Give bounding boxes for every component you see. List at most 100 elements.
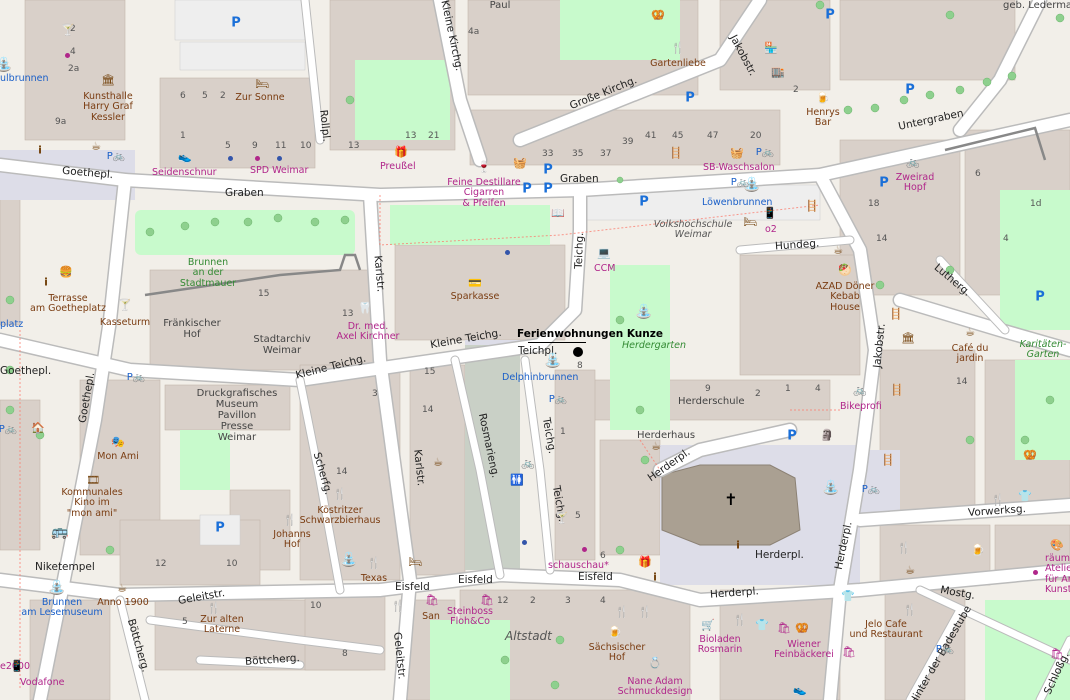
fastfood-icon[interactable]: 🥙 bbox=[838, 265, 852, 276]
cinema-icon[interactable]: 🎞 bbox=[86, 475, 100, 486]
parking-icon[interactable]: P bbox=[543, 164, 553, 177]
label-schauschau[interactable]: schauschau* bbox=[548, 560, 609, 571]
label-cafe-du-jardin[interactable]: Café du jardin bbox=[952, 343, 989, 365]
bicycle-shop-icon[interactable]: 🚲 bbox=[521, 458, 535, 469]
bicycle-parking-icon[interactable]: P🚲 bbox=[549, 395, 567, 405]
clothes-shop-icon[interactable]: 👕 bbox=[1018, 491, 1032, 502]
info-icon[interactable]: i bbox=[653, 572, 657, 583]
restaurant-icon[interactable]: 🍴 bbox=[367, 558, 381, 569]
label-sb-waschsalon[interactable]: SB-Waschsalon bbox=[703, 162, 775, 173]
shop-icon[interactable]: 🪜 bbox=[881, 455, 895, 466]
fountain-icon[interactable]: ⛲ bbox=[544, 354, 561, 368]
label-brunnen-stadtmauer[interactable]: Brunnen an der Stadtmauer bbox=[180, 257, 236, 289]
shop-icon[interactable]: 🍷 bbox=[477, 162, 491, 173]
label-gartenliebe[interactable]: Gartenliebe bbox=[650, 58, 706, 69]
label-kommunales-kino[interactable]: Kommunales Kino im "mon ami" bbox=[61, 487, 122, 519]
bar-icon[interactable]: 🍺 bbox=[608, 627, 622, 638]
bicycle-parking-icon[interactable]: P🚲 bbox=[0, 425, 17, 435]
label-preussel[interactable]: Preußel bbox=[380, 161, 416, 172]
shoe-shop-icon[interactable]: 👟 bbox=[793, 685, 807, 696]
cafe-icon[interactable]: ☕ bbox=[905, 565, 915, 576]
restaurant-icon[interactable]: 🍴 bbox=[333, 489, 347, 500]
label-ferienwohnungen[interactable]: Ferienwohnungen Kunze bbox=[517, 328, 663, 341]
label-raeumkle[interactable]: räumkle Atelie für Archite Kunst Des bbox=[1045, 553, 1070, 596]
fountain-icon[interactable]: ⛲ bbox=[48, 581, 65, 595]
shop-icon[interactable]: 🪜 bbox=[669, 148, 683, 159]
shop-icon[interactable]: 🛍 bbox=[1050, 649, 1064, 660]
shop-icon[interactable]: 🏬 bbox=[771, 67, 785, 78]
label-dr-kirchner[interactable]: Dr. med. Axel Kirchner bbox=[337, 321, 400, 343]
label-bikeprofi[interactable]: Bikeprofi bbox=[840, 401, 882, 412]
label-spd-weimar[interactable]: SPD Weimar bbox=[250, 165, 308, 176]
info-icon[interactable]: i bbox=[38, 145, 42, 156]
shop-icon[interactable]: 🛍 bbox=[842, 647, 856, 658]
label-volkshochschule[interactable]: Volkshochschule Weimar bbox=[654, 219, 733, 241]
parking-icon[interactable]: P bbox=[215, 522, 225, 535]
bicycle-parking-icon[interactable]: P🚲 bbox=[862, 485, 880, 495]
label-san[interactable]: San bbox=[422, 611, 440, 622]
parking-icon[interactable]: P bbox=[543, 183, 553, 196]
jewelry-icon[interactable]: 💍 bbox=[648, 658, 662, 669]
bus-icon[interactable]: 🚌 bbox=[51, 525, 68, 539]
label-karitaeten-garten[interactable]: Karitäten- Garten bbox=[1020, 339, 1067, 361]
fountain-icon[interactable]: ⛲ bbox=[0, 58, 13, 72]
parking-icon[interactable]: P bbox=[879, 177, 889, 190]
restaurant-icon[interactable]: 🍴 bbox=[897, 543, 911, 554]
clothes-shop-icon[interactable]: 👕 bbox=[841, 591, 855, 602]
mobile-shop-icon[interactable]: 📱 bbox=[10, 661, 24, 672]
restaurant-icon[interactable]: 🍴 bbox=[991, 495, 1005, 506]
bicycle-shop-icon[interactable]: 🚲 bbox=[853, 385, 867, 396]
label-terrasse[interactable]: Terrasse am Goetheplatz bbox=[30, 293, 106, 315]
label-zweirad-hopf[interactable]: Zweirad Hopf bbox=[896, 172, 935, 194]
cafe-icon[interactable]: ☕ bbox=[651, 441, 661, 452]
label-mon-ami[interactable]: Mon Ami bbox=[97, 451, 138, 462]
label-azad[interactable]: AZAD Döner Kebab House bbox=[816, 281, 875, 313]
label-ulbrunnen[interactable]: ulbrunnen bbox=[0, 73, 49, 84]
label-koestritzer[interactable]: Köstritzer Schwarzbierhaus bbox=[300, 505, 381, 527]
label-druckgrafisches-museum[interactable]: Druckgrafisches Museum Pavillon Presse W… bbox=[197, 388, 278, 443]
parking-icon[interactable]: P bbox=[825, 9, 835, 22]
mobile-shop-icon[interactable]: 📱 bbox=[763, 208, 777, 219]
restaurant-icon[interactable]: 🍴 bbox=[671, 43, 685, 54]
bar-icon[interactable]: 🍸 bbox=[118, 300, 132, 311]
toilets-icon[interactable]: 🚻 bbox=[510, 475, 524, 486]
shop-icon[interactable]: 🎁 bbox=[394, 147, 408, 158]
shop-icon[interactable]: 🪜 bbox=[890, 385, 904, 396]
laundry-icon[interactable]: 🧺 bbox=[513, 158, 527, 169]
cafe-icon[interactable]: ☕ bbox=[117, 583, 127, 594]
bicycle-parking-icon[interactable]: P🚲 bbox=[107, 152, 125, 162]
theatre-icon[interactable]: 🎭 bbox=[111, 437, 125, 448]
library-icon[interactable]: 📖 bbox=[551, 208, 565, 219]
clothes-shop-icon[interactable]: 👕 bbox=[755, 620, 769, 631]
bar-icon[interactable]: 🍸 bbox=[61, 25, 75, 36]
fastfood-icon[interactable]: 🍔 bbox=[59, 267, 73, 278]
bicycle-parking-icon[interactable]: P🚲 bbox=[936, 645, 954, 655]
restaurant-icon[interactable]: 🍴 bbox=[207, 603, 221, 614]
hotel-icon[interactable]: 🛏 bbox=[743, 217, 757, 228]
label-henrys-bar[interactable]: Henrys Bar bbox=[806, 107, 840, 129]
restaurant-icon[interactable]: 🍴 bbox=[391, 601, 405, 612]
bakery-icon[interactable]: 🥨 bbox=[651, 10, 665, 21]
monument-icon[interactable]: 🗿 bbox=[820, 430, 834, 441]
label-sparkasse[interactable]: Sparkasse bbox=[451, 291, 500, 302]
label-stadtarchiv[interactable]: Stadtarchiv Weimar bbox=[253, 334, 310, 356]
parking-icon[interactable]: P bbox=[905, 84, 915, 97]
shop-icon[interactable]: 🪜 bbox=[889, 309, 903, 320]
label-loewenbrunnen[interactable]: Löwenbrunnen bbox=[702, 197, 772, 208]
location-marker-dot[interactable] bbox=[573, 347, 583, 357]
cafe-icon[interactable]: ☕ bbox=[433, 457, 443, 468]
fountain-icon[interactable]: ⛲ bbox=[822, 481, 839, 495]
bar-icon[interactable]: 🍺 bbox=[971, 545, 985, 556]
label-kasseturm[interactable]: Kasseturm bbox=[100, 317, 150, 328]
shop-icon[interactable]: 🛍 bbox=[425, 595, 439, 606]
label-anno-1900[interactable]: Anno 1900 bbox=[97, 597, 149, 608]
label-jelo-cafe[interactable]: Jelo Cafe und Restaurant bbox=[849, 619, 922, 641]
label-brunnen-lesemuseum[interactable]: Brunnen am Lesemuseum bbox=[21, 597, 102, 619]
fountain-icon[interactable]: ⛲ bbox=[635, 305, 652, 319]
shoe-shop-icon[interactable]: 👟 bbox=[178, 152, 192, 163]
label-feine-destille[interactable]: Feine Destillare Cigarren & Pfeifen bbox=[447, 177, 520, 209]
parking-icon[interactable]: P bbox=[1035, 291, 1045, 304]
cafe-icon[interactable]: ☕ bbox=[91, 141, 101, 152]
label-herdergarten[interactable]: Herdergarten bbox=[622, 340, 686, 351]
hotel-icon[interactable]: 🛏 bbox=[408, 557, 422, 568]
